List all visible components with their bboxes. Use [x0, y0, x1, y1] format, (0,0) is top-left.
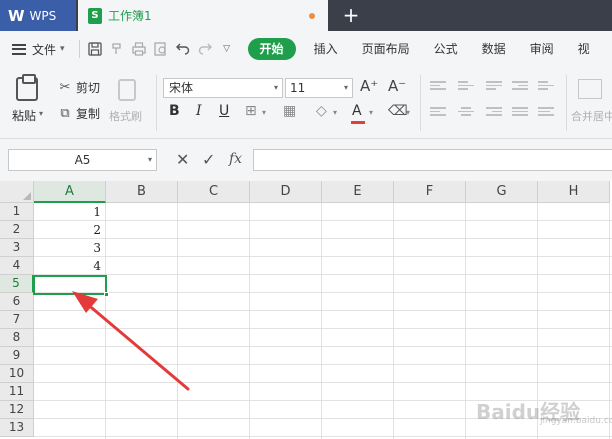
- ribbon-tabs: 开始 插入 页面布局 公式 数据 审阅 视: [242, 31, 602, 67]
- divider: [78, 40, 80, 58]
- distribute-icon[interactable]: [538, 107, 554, 119]
- divider: [420, 75, 421, 131]
- divider: [156, 75, 157, 131]
- document-name: 工作簿1: [108, 9, 152, 23]
- align-left-icon[interactable]: [430, 107, 446, 119]
- wps-logo-icon: W: [8, 6, 25, 25]
- save-icon[interactable]: [84, 38, 106, 60]
- hamburger-menu-icon: [12, 43, 26, 55]
- ribbon-toolbar: 粘贴 ▾ ✂ 剪切 ⧉ 复制 格式刷 宋体 ▾ 11 ▾ A⁺ A⁻ B I U…: [0, 67, 612, 139]
- print-preview-icon[interactable]: [150, 38, 172, 60]
- font-name-value: 宋体: [169, 81, 194, 95]
- watermark-sub: jingyan.baidu.com: [540, 416, 612, 426]
- tab-insert[interactable]: 插入: [302, 31, 350, 67]
- chevron-down-icon[interactable]: ▾: [369, 108, 373, 117]
- border-icon[interactable]: ⊞: [245, 103, 257, 119]
- underline-button[interactable]: U: [219, 103, 229, 119]
- cancel-icon[interactable]: ✕: [176, 150, 189, 169]
- quick-access-toolbar: ▽: [75, 38, 238, 60]
- tab-page-layout[interactable]: 页面布局: [350, 31, 422, 67]
- indent-icon[interactable]: [512, 81, 528, 93]
- font-size-value: 11: [290, 81, 306, 95]
- merge-center-label: 合并居中: [571, 110, 612, 123]
- alignment-group: [430, 79, 558, 129]
- check-icon[interactable]: ✓: [202, 150, 215, 169]
- redo-icon[interactable]: [194, 38, 216, 60]
- menu-bar: 文件 ▾ ▽ 开始 插入 页面布局 公式 数据 审阅 视: [0, 31, 612, 67]
- align-center-icon[interactable]: [458, 107, 474, 119]
- undo-icon[interactable]: [172, 38, 194, 60]
- wps-app-name: WPS: [29, 8, 57, 23]
- increase-font-size-button[interactable]: A⁺: [360, 77, 378, 95]
- format-painter-label: 格式刷: [109, 110, 142, 123]
- align-middle-icon[interactable]: [458, 81, 474, 93]
- print-icon[interactable]: [128, 38, 150, 60]
- chevron-down-icon[interactable]: ▾: [406, 108, 410, 117]
- align-top-icon[interactable]: [430, 81, 446, 93]
- tab-home[interactable]: 开始: [247, 38, 296, 60]
- tab-view[interactable]: 视: [566, 31, 602, 67]
- scissors-icon: ✂: [59, 79, 71, 95]
- formula-bar: A5 ▾ ✕ ✓ fx: [0, 139, 612, 181]
- copy-label: 复制: [76, 107, 101, 121]
- unsaved-indicator-icon: [309, 13, 315, 19]
- eraser-icon[interactable]: ⌫: [388, 103, 408, 119]
- chevron-down-icon: ▾: [147, 155, 152, 164]
- justify-icon[interactable]: [512, 107, 528, 119]
- insert-function-button[interactable]: fx: [229, 151, 242, 167]
- format-painter-icon[interactable]: [106, 38, 128, 60]
- copy-icon: ⧉: [60, 105, 70, 121]
- file-menu-button[interactable]: 文件 ▾: [0, 31, 65, 67]
- cut-label: 剪切: [76, 81, 101, 95]
- align-bottom-icon[interactable]: [486, 81, 502, 93]
- chevron-down-icon: ▾: [39, 109, 44, 118]
- decrease-font-size-button[interactable]: A⁻: [388, 77, 406, 95]
- arrow-shaft: [84, 301, 190, 391]
- file-menu-label: 文件: [32, 42, 57, 57]
- copy-button[interactable]: ⧉ 复制: [58, 105, 100, 122]
- chevron-down-icon[interactable]: ▾: [262, 108, 266, 117]
- tab-review[interactable]: 审阅: [518, 31, 566, 67]
- tab-formulas[interactable]: 公式: [422, 31, 470, 67]
- font-name-select[interactable]: 宋体 ▾: [163, 78, 283, 98]
- title-bar: W WPS S 工作簿1 +: [0, 0, 612, 31]
- baidu-watermark: Baidu经验 jingyan.baidu.com: [470, 388, 612, 434]
- merge-center-icon: [578, 79, 602, 99]
- tab-data[interactable]: 数据: [470, 31, 518, 67]
- formula-input[interactable]: [253, 149, 612, 171]
- font-color-swatch: [351, 121, 365, 124]
- paste-label: 粘贴: [12, 109, 37, 123]
- outdent-icon[interactable]: [538, 81, 554, 93]
- chevron-down-icon[interactable]: ▾: [333, 108, 337, 117]
- paintbrush-icon: [118, 79, 136, 101]
- bold-button[interactable]: B: [169, 103, 180, 119]
- name-box-value: A5: [74, 153, 91, 167]
- chevron-down-icon: ▾: [273, 83, 278, 92]
- merge-cells-icon[interactable]: ▦: [283, 103, 296, 119]
- chevron-down-icon: ▾: [60, 44, 65, 54]
- chevron-down-icon: ▾: [343, 83, 348, 92]
- document-tab[interactable]: S 工作簿1: [78, 0, 328, 31]
- font-size-select[interactable]: 11 ▾: [285, 78, 353, 98]
- align-right-icon[interactable]: [486, 107, 502, 119]
- fill-color-icon[interactable]: ◇: [316, 103, 327, 119]
- spreadsheet-icon: S: [88, 7, 102, 24]
- clipboard-icon: [16, 74, 38, 101]
- customize-toolbar-icon[interactable]: ▽: [216, 38, 238, 60]
- italic-button[interactable]: I: [196, 103, 202, 119]
- new-tab-button[interactable]: +: [340, 4, 362, 26]
- divider: [566, 75, 567, 131]
- cut-button[interactable]: ✂ 剪切: [58, 79, 100, 96]
- name-box[interactable]: A5 ▾: [8, 149, 157, 171]
- font-color-button[interactable]: A: [352, 103, 362, 119]
- wps-home-tab[interactable]: W WPS: [0, 0, 76, 31]
